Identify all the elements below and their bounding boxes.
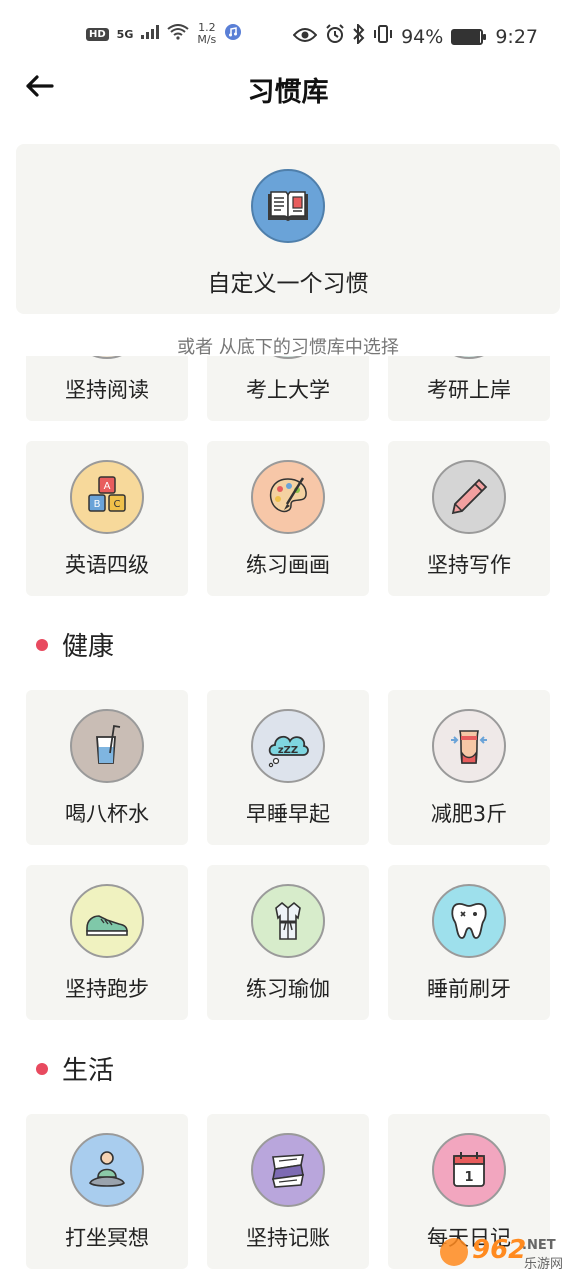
habit-tile-running[interactable]: 坚持跑步 [26, 865, 188, 1020]
habit-tile-postgrad[interactable]: 考研上岸 [388, 356, 550, 421]
section-life: 生活 [36, 1050, 114, 1087]
watermark-sub: 乐游网 [524, 1257, 563, 1272]
meditation-icon [70, 1133, 144, 1207]
water-glass-icon [70, 709, 144, 783]
section-title: 生活 [62, 1056, 115, 1086]
alarm-icon [325, 24, 345, 49]
sleep-cloud-icon: zZZ [251, 709, 325, 783]
section-dot [36, 1062, 48, 1075]
watermark-number: 962 [472, 1235, 526, 1265]
music-icon [224, 23, 242, 45]
clock: 9:27 [495, 25, 538, 48]
habit-tile-sleep[interactable]: zZZ 早睡早起 [207, 690, 369, 845]
habit-tile-reading[interactable]: 坚持阅读 [26, 356, 188, 421]
habit-tile-college[interactable]: 考上大学 [207, 356, 369, 421]
habit-label: 坚持记账 [246, 1226, 330, 1250]
palette-icon [251, 460, 325, 534]
sneaker-icon [70, 884, 144, 958]
habit-label: 考上大学 [246, 378, 330, 402]
habit-library-list[interactable]: 坚持阅读 考上大学 考研上岸 A B C 英语四级 练习画画 坚持写作 健康 喝… [0, 356, 576, 1280]
section-dot [36, 638, 48, 651]
habit-tile-painting[interactable]: 练习画画 [207, 441, 369, 596]
habit-label: 坚持跑步 [65, 977, 149, 1001]
habit-label: 英语四级 [65, 553, 149, 577]
signal-icon [141, 25, 160, 43]
habit-label: 坚持写作 [427, 553, 511, 577]
robe-icon [251, 884, 325, 958]
block-letter: C [114, 499, 121, 510]
bluetooth-icon [353, 22, 365, 49]
reading-icon [70, 356, 144, 359]
habit-tile-weight[interactable]: 减肥3斤 [388, 690, 550, 845]
status-bar: HD 5G 1.2 M/s 94% 9:27 [0, 0, 576, 72]
status-left: HD 5G 1.2 M/s [86, 22, 242, 46]
battery-percent: 94% [401, 25, 444, 48]
habit-tile-writing[interactable]: 坚持写作 [388, 441, 550, 596]
habit-label: 早睡早起 [246, 802, 330, 826]
status-right: 94% 9:27 [292, 22, 538, 49]
tooth-icon [432, 884, 506, 958]
habit-tile-bookkeeping[interactable]: 坚持记账 [207, 1114, 369, 1269]
habit-label: 练习瑜伽 [246, 977, 330, 1001]
habit-tile-meditation[interactable]: 打坐冥想 [26, 1114, 188, 1269]
postgrad-icon [432, 356, 506, 359]
network-speed: 1.2 M/s [197, 22, 216, 46]
habit-label: 坚持阅读 [65, 378, 149, 402]
vibrate-icon [373, 24, 393, 49]
svg-text:zZZ: zZZ [278, 745, 298, 756]
wifi-icon [167, 24, 189, 44]
custom-habit-label: 自定义一个习惯 [207, 271, 369, 297]
abc-blocks-icon: A B C [70, 460, 144, 534]
watermark-suffix: .NET [522, 1238, 556, 1253]
waist-icon [432, 709, 506, 783]
battery-icon [451, 28, 487, 45]
habit-tile-yoga[interactable]: 练习瑜伽 [207, 865, 369, 1020]
block-letter: A [104, 481, 111, 492]
college-icon [251, 356, 325, 359]
habit-label: 喝八杯水 [65, 802, 149, 826]
habit-tile-cet4[interactable]: A B C 英语四级 [26, 441, 188, 596]
habit-label: 考研上岸 [427, 378, 511, 402]
hd-badge: HD [86, 27, 109, 41]
receipt-icon [251, 1133, 325, 1207]
habit-tile-water[interactable]: 喝八杯水 [26, 690, 188, 845]
habit-label: 睡前刷牙 [427, 977, 511, 1001]
custom-habit-card[interactable]: 自定义一个习惯 [16, 144, 560, 314]
speed-unit: M/s [197, 33, 217, 46]
habit-label: 减肥3斤 [430, 802, 508, 826]
network-label: 5G [116, 27, 134, 41]
habit-tile-teeth[interactable]: 睡前刷牙 [388, 865, 550, 1020]
habit-label: 练习画画 [246, 553, 330, 577]
section-title: 健康 [62, 632, 115, 662]
habit-label: 打坐冥想 [65, 1226, 149, 1250]
block-letter: B [94, 499, 101, 510]
site-watermark-logo: 962 .NET 乐游网 [438, 1230, 568, 1276]
book-icon [251, 169, 325, 243]
section-health: 健康 [36, 626, 114, 663]
calendar-icon: 1 [432, 1133, 506, 1207]
pencil-icon [432, 460, 506, 534]
eye-icon [292, 26, 318, 48]
calendar-day: 1 [464, 1170, 473, 1185]
page-title: 习惯库 [247, 77, 329, 108]
